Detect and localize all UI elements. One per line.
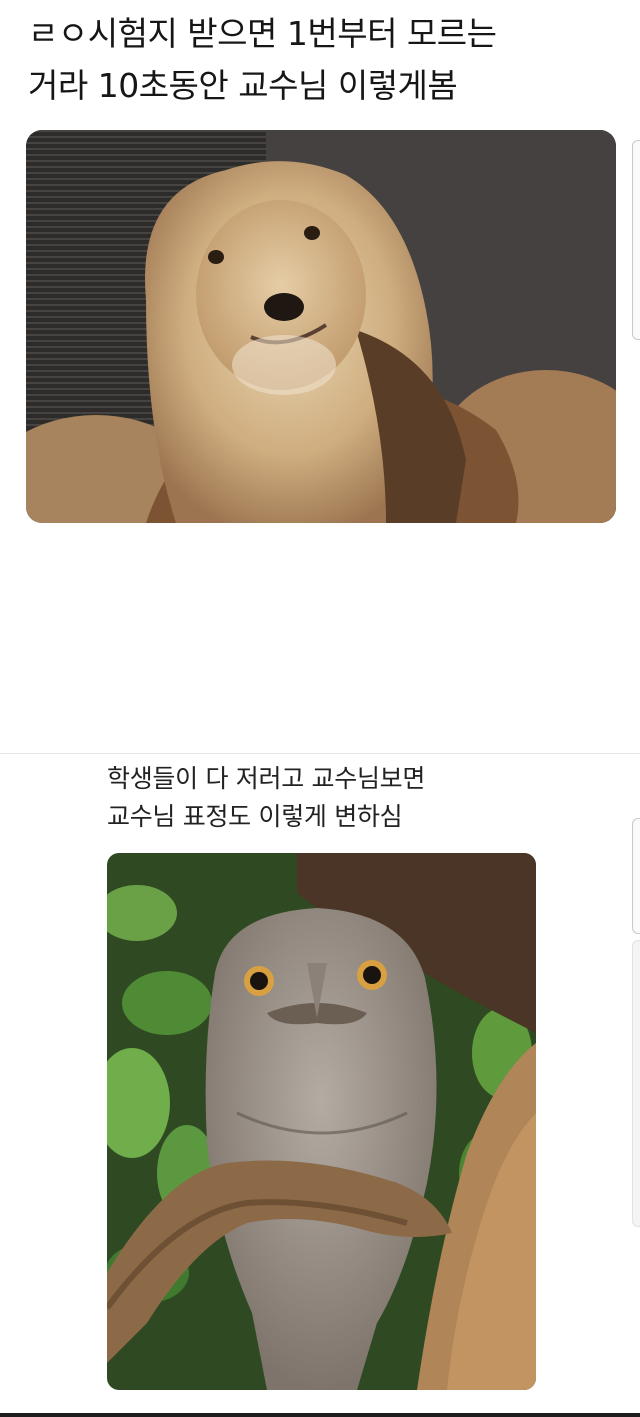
frogmouth-image — [107, 853, 536, 1390]
bottom-edge — [0, 1413, 640, 1417]
lion-photo[interactable] — [26, 130, 616, 523]
scroll-handle[interactable] — [632, 140, 640, 340]
post-divider — [0, 753, 640, 754]
scroll-handle[interactable] — [632, 818, 640, 934]
post-title: ㄹㅇ시험지 받으면 1번부터 모르는 거라 10초동안 교수님 이렇게봄 — [28, 14, 497, 105]
lion-image — [26, 130, 616, 523]
post-caption: 학생들이 다 저러고 교수님보면 교수님 표정도 이렇게 변하심 — [107, 764, 426, 831]
scroll-track[interactable] — [632, 940, 640, 1227]
frogmouth-photo[interactable] — [107, 853, 536, 1390]
